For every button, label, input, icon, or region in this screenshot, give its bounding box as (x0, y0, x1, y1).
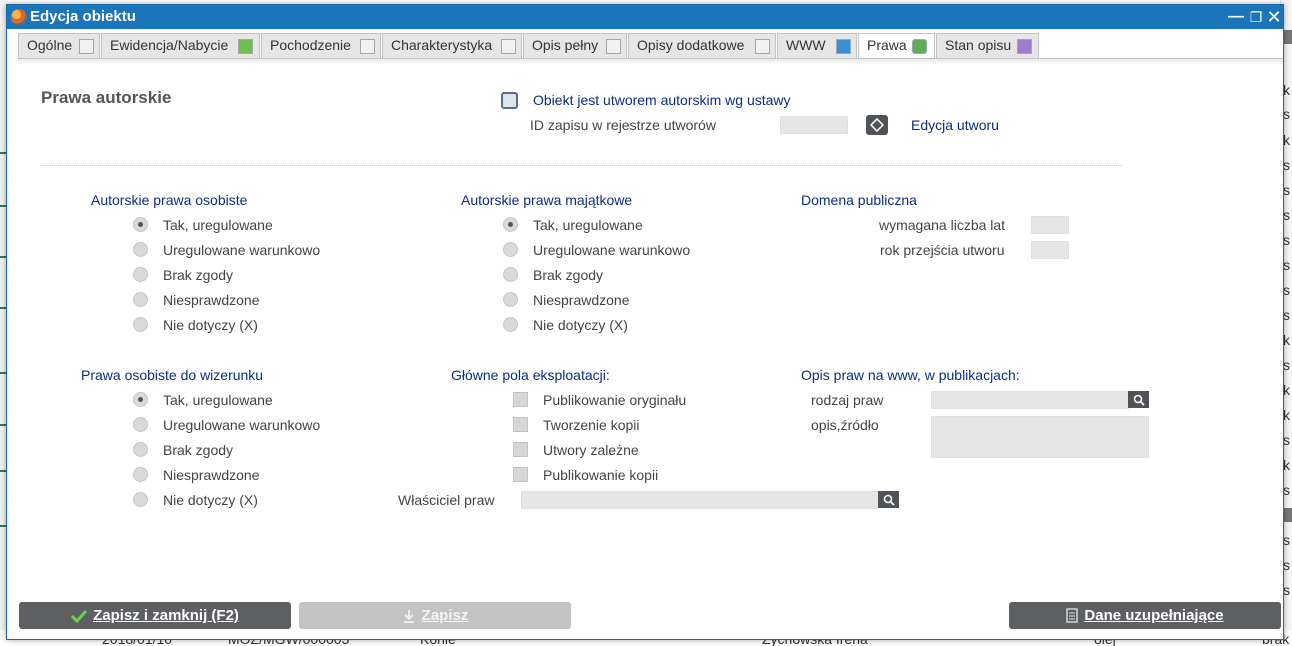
tab-stan-opisu[interactable]: Stan opisu (936, 33, 1039, 59)
opis-zrodlo-label: opis,źródło (811, 417, 879, 433)
checkbox-eksploatacja-3[interactable] (513, 442, 528, 457)
id-field[interactable] (780, 116, 848, 134)
id-label: ID zapisu w rejestrze utworów (530, 117, 716, 133)
utwor-checkbox-label: Obiekt jest utworem autorskim wg ustawy (533, 92, 791, 108)
checkbox-eksploatacja-4[interactable] (513, 467, 528, 482)
tab-ewidencja[interactable]: Ewidencja/Nabycie (101, 33, 260, 59)
radio-wizerunek-1[interactable] (133, 392, 148, 407)
extra-data-button[interactable]: Dane uzupełniające (1009, 602, 1281, 629)
checkbox-eksploatacja-1[interactable] (513, 392, 528, 407)
restore-icon[interactable]: ❐ (1247, 7, 1265, 27)
radio-osobiste-2[interactable] (133, 242, 148, 257)
radio-label: Tak, uregulowane (163, 392, 273, 408)
radio-label: Niesprawdzone (163, 292, 260, 308)
radio-osobiste-4[interactable] (133, 292, 148, 307)
radio-label: Tak, uregulowane (163, 217, 273, 233)
save-close-button[interactable]: Zapisz i zamknij (F2) (19, 602, 291, 629)
section-title: Prawa autorskie (41, 88, 172, 107)
radio-label: Uregulowane warunkowo (163, 242, 321, 258)
minimize-icon[interactable]: — (1227, 7, 1245, 27)
group-title-majatkowe: Autorskie prawa majątkowe (461, 192, 633, 208)
radio-label: Brak zgody (163, 442, 234, 458)
app-logo-icon (11, 9, 27, 25)
checkbox-label: Publikowanie kopii (543, 467, 659, 483)
radio-label: Nie dotyczy (X) (163, 317, 258, 333)
checkmark-icon (71, 609, 88, 623)
tab-doc-icon (501, 39, 516, 54)
tab-opis-pelny[interactable]: Opis pełny (523, 33, 627, 59)
owner-field[interactable] (521, 491, 879, 509)
domena-lat-label: wymagana liczba lat (879, 217, 1006, 233)
tab-charakterystyka[interactable]: Charakterystyka (382, 33, 522, 59)
checkbox-label: Publikowanie oryginału (543, 392, 687, 408)
group-title-osobiste: Autorskie prawa osobiste (91, 192, 248, 208)
group-title-domena: Domena publiczna (801, 192, 917, 208)
checkbox-label: Tworzenie kopii (543, 417, 640, 433)
checkbox-label: Utwory zależne (543, 442, 639, 458)
rodzaj-label: rodzaj praw (811, 392, 884, 408)
download-icon (403, 609, 414, 623)
domena-rok-label: rok przejścia utworu (880, 242, 1005, 258)
tab-bar: Ogólne Ewidencja/Nabycie Pochodzenie Cha… (18, 33, 1283, 60)
group-title-opis-www: Opis praw na www, w publikacjach: (801, 367, 1020, 383)
tab-opisy-dodatkowe[interactable]: Opisy dodatkowe (628, 33, 776, 59)
checkbox-eksploatacja-2[interactable] (513, 417, 528, 432)
edit-work-icon[interactable] (866, 115, 888, 135)
radio-label: Brak zgody (163, 267, 234, 283)
book-icon (1017, 39, 1032, 54)
radio-majatkowe-3[interactable] (503, 267, 518, 282)
radio-majatkowe-2[interactable] (503, 242, 518, 257)
radio-majatkowe-4[interactable] (503, 292, 518, 307)
radio-label: Uregulowane warunkowo (533, 242, 691, 258)
edit-work-link[interactable]: Edycja utworu (911, 117, 999, 133)
radio-wizerunek-5[interactable] (133, 492, 148, 507)
close-icon[interactable]: ✕ (1265, 7, 1283, 27)
tab-pochodzenie[interactable]: Pochodzenie (261, 33, 381, 59)
owner-search-icon[interactable] (878, 491, 899, 508)
domena-lat-field[interactable] (1031, 216, 1069, 234)
radio-label: Brak zgody (533, 267, 604, 283)
radio-majatkowe-1[interactable] (503, 217, 518, 232)
download-icon (238, 39, 253, 54)
radio-wizerunek-4[interactable] (133, 467, 148, 482)
radio-majatkowe-5[interactable] (503, 317, 518, 332)
titlebar: Edycja obiektu — ❐ ✕ (7, 5, 1283, 29)
globe-icon (836, 39, 851, 54)
tab-doc-icon (755, 39, 770, 54)
tab-ogolne[interactable]: Ogólne (18, 33, 100, 59)
owner-label: Właściciel praw (398, 492, 495, 508)
tab-prawa[interactable]: Prawa (858, 33, 935, 60)
edit-object-dialog: Edycja obiektu — ❐ ✕ Ogólne Ewidencja/Na… (6, 4, 1284, 640)
radio-label: Nie dotyczy (X) (163, 492, 258, 508)
radio-osobiste-3[interactable] (133, 267, 148, 282)
section-divider (41, 165, 1121, 166)
radio-wizerunek-3[interactable] (133, 442, 148, 457)
radio-label: Niesprawdzone (533, 292, 630, 308)
utwor-checkbox[interactable] (501, 92, 518, 109)
money-icon (912, 39, 927, 54)
radio-label: Uregulowane warunkowo (163, 417, 321, 433)
radio-osobiste-5[interactable] (133, 317, 148, 332)
window-title: Edycja obiektu (30, 8, 136, 25)
radio-wizerunek-2[interactable] (133, 417, 148, 432)
tab-doc-icon (606, 39, 621, 54)
radio-label: Niesprawdzone (163, 467, 260, 483)
tab-doc-icon (79, 39, 94, 54)
group-title-eksploatacja: Główne pola eksploatacji: (451, 367, 610, 383)
document-icon (1066, 608, 1079, 623)
group-title-wizerunek: Prawa osobiste do wizerunku (81, 367, 264, 383)
radio-label: Tak, uregulowane (533, 217, 643, 233)
save-button[interactable]: Zapisz (299, 602, 571, 629)
radio-label: Nie dotyczy (X) (533, 317, 628, 333)
rodzaj-search-icon[interactable] (1128, 391, 1149, 408)
tab-www[interactable]: WWW (777, 33, 857, 59)
radio-osobiste-1[interactable] (133, 217, 148, 232)
opis-zrodlo-field[interactable] (931, 416, 1149, 458)
domena-rok-field[interactable] (1031, 241, 1069, 259)
panel-shadow (18, 59, 1283, 65)
tab-doc-icon (360, 39, 375, 54)
rodzaj-field[interactable] (931, 391, 1129, 409)
